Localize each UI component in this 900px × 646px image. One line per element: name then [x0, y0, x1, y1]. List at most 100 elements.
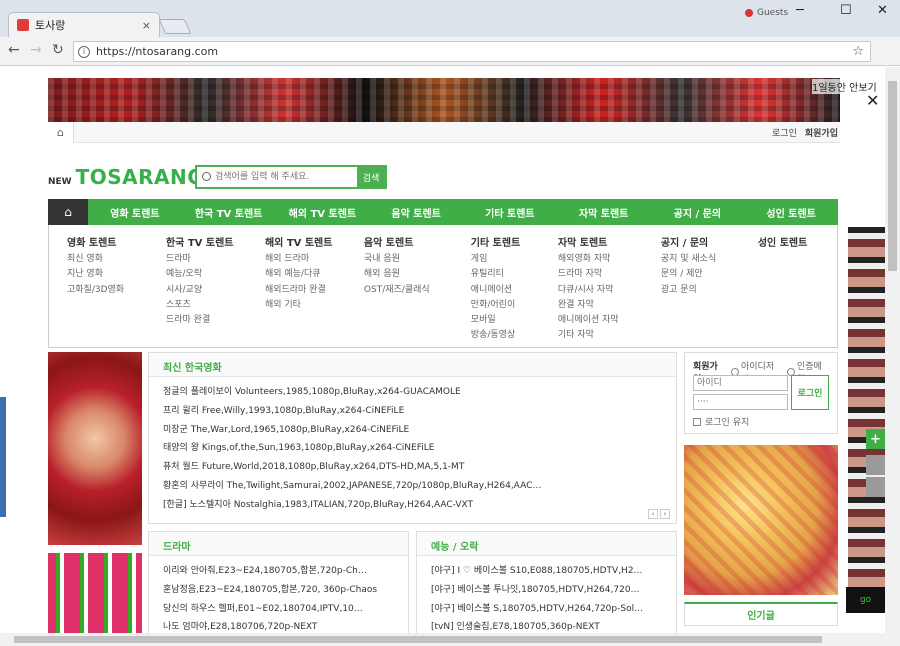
list-item[interactable]: 당신의 하우스 헬퍼,E01~E02,180704,IPTV,10…: [163, 600, 408, 619]
dropdown-link[interactable]: 스포츠: [166, 298, 265, 313]
id-input[interactable]: [693, 375, 788, 391]
nav-item-notice[interactable]: 공지 / 문의: [651, 199, 745, 225]
forward-arrow-icon[interactable]: →: [30, 42, 42, 58]
dropdown-link[interactable]: 지난 영화: [67, 267, 166, 282]
left-banner-ad-2[interactable]: [48, 553, 142, 633]
dropdown-link[interactable]: OST/재즈/클래식: [364, 283, 471, 298]
dropdown-link[interactable]: 문의 / 제안: [661, 267, 758, 282]
list-item[interactable]: [야구] I ♡ 베이스볼 S10,E088,180705,HDTV,H2…: [431, 562, 676, 581]
left-banner-ad[interactable]: [48, 352, 142, 545]
next-icon[interactable]: ›: [660, 509, 670, 519]
drama-title[interactable]: 드라마: [149, 532, 408, 556]
dropdown-link[interactable]: 광고 문의: [661, 283, 758, 298]
dropdown-link[interactable]: 모바일: [471, 313, 558, 328]
right-banner-ad-2[interactable]: go: [846, 587, 885, 613]
tab-close-icon[interactable]: ×: [142, 19, 151, 32]
dropdown-col-title[interactable]: 자막 토렌트: [558, 234, 661, 249]
dropdown-link[interactable]: 해외 기타: [265, 298, 364, 313]
dropdown-link[interactable]: 드라마 완결: [166, 313, 265, 328]
dropdown-link[interactable]: 해외 드라마: [265, 252, 364, 267]
dropdown-col-title[interactable]: 성인 토렌트: [758, 234, 837, 249]
nav-item-foreign-tv[interactable]: 해외 TV 토렌트: [276, 199, 370, 225]
scrollbar-thumb[interactable]: [14, 636, 822, 643]
list-item[interactable]: [야구] 베이스볼 투나잇,180705,HDTV,H264,720…: [431, 581, 676, 600]
checkbox-icon[interactable]: [693, 417, 701, 426]
side-plus-button[interactable]: +: [866, 429, 885, 449]
site-logo[interactable]: NEW TOSARANG: [48, 165, 204, 189]
dropdown-link[interactable]: 애니메이션 자막: [558, 313, 661, 328]
list-item[interactable]: 퓨처 월드 Future,World,2018,1080p,BluRay,x26…: [163, 458, 676, 477]
dropdown-link[interactable]: 기타 자막: [558, 328, 661, 343]
dropdown-link[interactable]: 드라마: [166, 252, 265, 267]
dropdown-link[interactable]: 해외 음원: [364, 267, 471, 282]
home-icon[interactable]: ⌂: [48, 122, 74, 143]
dropdown-link[interactable]: 해외드라마 완결: [265, 283, 364, 298]
dropdown-link[interactable]: 해외 예능/다큐: [265, 267, 364, 282]
nav-item-subtitle[interactable]: 자막 토렌트: [557, 199, 651, 225]
dropdown-col-title[interactable]: 해외 TV 토렌트: [265, 234, 364, 249]
side-scroll-down-button[interactable]: [866, 477, 885, 497]
minimize-button[interactable]: ─: [796, 3, 804, 18]
list-item[interactable]: [tvN] 인생술집,E78,180705,360p-NEXT: [431, 618, 676, 633]
dropdown-link[interactable]: 애니메이션: [471, 283, 558, 298]
list-item[interactable]: 미장군 The,War,Lord,1965,1080p,BluRay,x264-…: [163, 421, 676, 440]
vertical-scrollbar[interactable]: [885, 67, 900, 633]
dropdown-link[interactable]: 유틸리티: [471, 267, 558, 282]
dropdown-link[interactable]: 완결 자막: [558, 298, 661, 313]
nav-item-korean-tv[interactable]: 한국 TV 토렌트: [182, 199, 276, 225]
login-link[interactable]: 로그인: [772, 126, 797, 139]
dropdown-link[interactable]: 고화질/3D영화: [67, 283, 166, 298]
join-link[interactable]: 회원가입: [805, 126, 838, 139]
nav-item-adult[interactable]: 성인 토렌트: [744, 199, 838, 225]
dropdown-link[interactable]: 최신 영화: [67, 252, 166, 267]
window-close-button[interactable]: ✕: [877, 3, 888, 18]
new-tab-button[interactable]: [158, 19, 192, 34]
browser-user[interactable]: Guests: [745, 8, 788, 18]
list-item[interactable]: [한글] 노스텔지아 Nostalghia,1983,ITALIAN,720p,…: [163, 496, 676, 515]
dropdown-link[interactable]: 예능/오락: [166, 267, 265, 282]
right-side-banner-ad[interactable]: [684, 445, 838, 595]
dropdown-col-title[interactable]: 음악 토렌트: [364, 234, 471, 249]
password-input[interactable]: [693, 394, 788, 410]
scrollbar-thumb[interactable]: [888, 81, 897, 271]
list-item[interactable]: 이리와 안아줘,E23~E24,180705,합본,720p-Ch…: [163, 562, 408, 581]
popular-posts-tab[interactable]: 인기글: [684, 602, 838, 626]
dropdown-link[interactable]: 방송/동영상: [471, 328, 558, 343]
back-arrow-icon[interactable]: ←: [8, 42, 20, 58]
dropdown-link[interactable]: 만화/어린이: [471, 298, 558, 313]
list-item[interactable]: 프리 윌리 Free,Willy,1993,1080p,BluRay,x264-…: [163, 402, 676, 421]
info-icon[interactable]: i: [78, 45, 90, 58]
dropdown-link[interactable]: 드라마 자막: [558, 267, 661, 282]
login-button[interactable]: 로그인: [791, 375, 829, 410]
star-icon[interactable]: ☆: [852, 44, 864, 59]
dropdown-col-title[interactable]: 기타 토렌트: [471, 234, 558, 249]
list-item[interactable]: 황혼의 사무라이 The,Twilight,Samurai,2002,JAPAN…: [163, 477, 676, 496]
browser-tab[interactable]: 토사랑 ×: [8, 12, 160, 37]
search-input[interactable]: [197, 167, 357, 187]
list-item[interactable]: 태양의 왕 Kings,of,the,Sun,1963,1080p,BluRay…: [163, 439, 676, 458]
address-bar[interactable]: i https://ntosarang.com ☆: [73, 41, 871, 62]
list-item[interactable]: 정글의 플레이보이 Volunteers,1985,1080p,BluRay,x…: [163, 383, 676, 402]
latest-movies-title[interactable]: 최신 한국영화: [149, 353, 676, 377]
nav-item-movie[interactable]: 영화 토렌트: [88, 199, 182, 225]
search-button[interactable]: 검색: [357, 167, 385, 187]
dropdown-col-title[interactable]: 한국 TV 토렌트: [166, 234, 265, 249]
dropdown-col-title[interactable]: 영화 토렌트: [67, 234, 166, 249]
dropdown-col-title[interactable]: 공지 / 문의: [661, 234, 758, 249]
dropdown-link[interactable]: 게임: [471, 252, 558, 267]
list-item[interactable]: 훈남정음,E23~E24,180705,합본,720, 360p-Chaos: [163, 581, 408, 600]
right-banner-ad[interactable]: [848, 227, 885, 587]
nav-home-icon[interactable]: ⌂: [48, 199, 88, 225]
maximize-button[interactable]: ☐: [840, 3, 852, 18]
keep-login[interactable]: 로그인 유지: [693, 415, 749, 428]
dropdown-link[interactable]: 공지 및 새소식: [661, 252, 758, 267]
dropdown-link[interactable]: 국내 음원: [364, 252, 471, 267]
prev-icon[interactable]: ‹: [648, 509, 658, 519]
list-item[interactable]: 나도 엄마야,E28,180706,720p-NEXT: [163, 618, 408, 633]
left-edge-ad[interactable]: [0, 397, 6, 517]
variety-title[interactable]: 예능 / 오락: [417, 532, 676, 556]
dropdown-link[interactable]: 시사/교양: [166, 283, 265, 298]
side-scroll-up-button[interactable]: [866, 455, 885, 475]
top-banner-ad[interactable]: [48, 78, 840, 122]
reload-icon[interactable]: ↻: [52, 42, 64, 58]
